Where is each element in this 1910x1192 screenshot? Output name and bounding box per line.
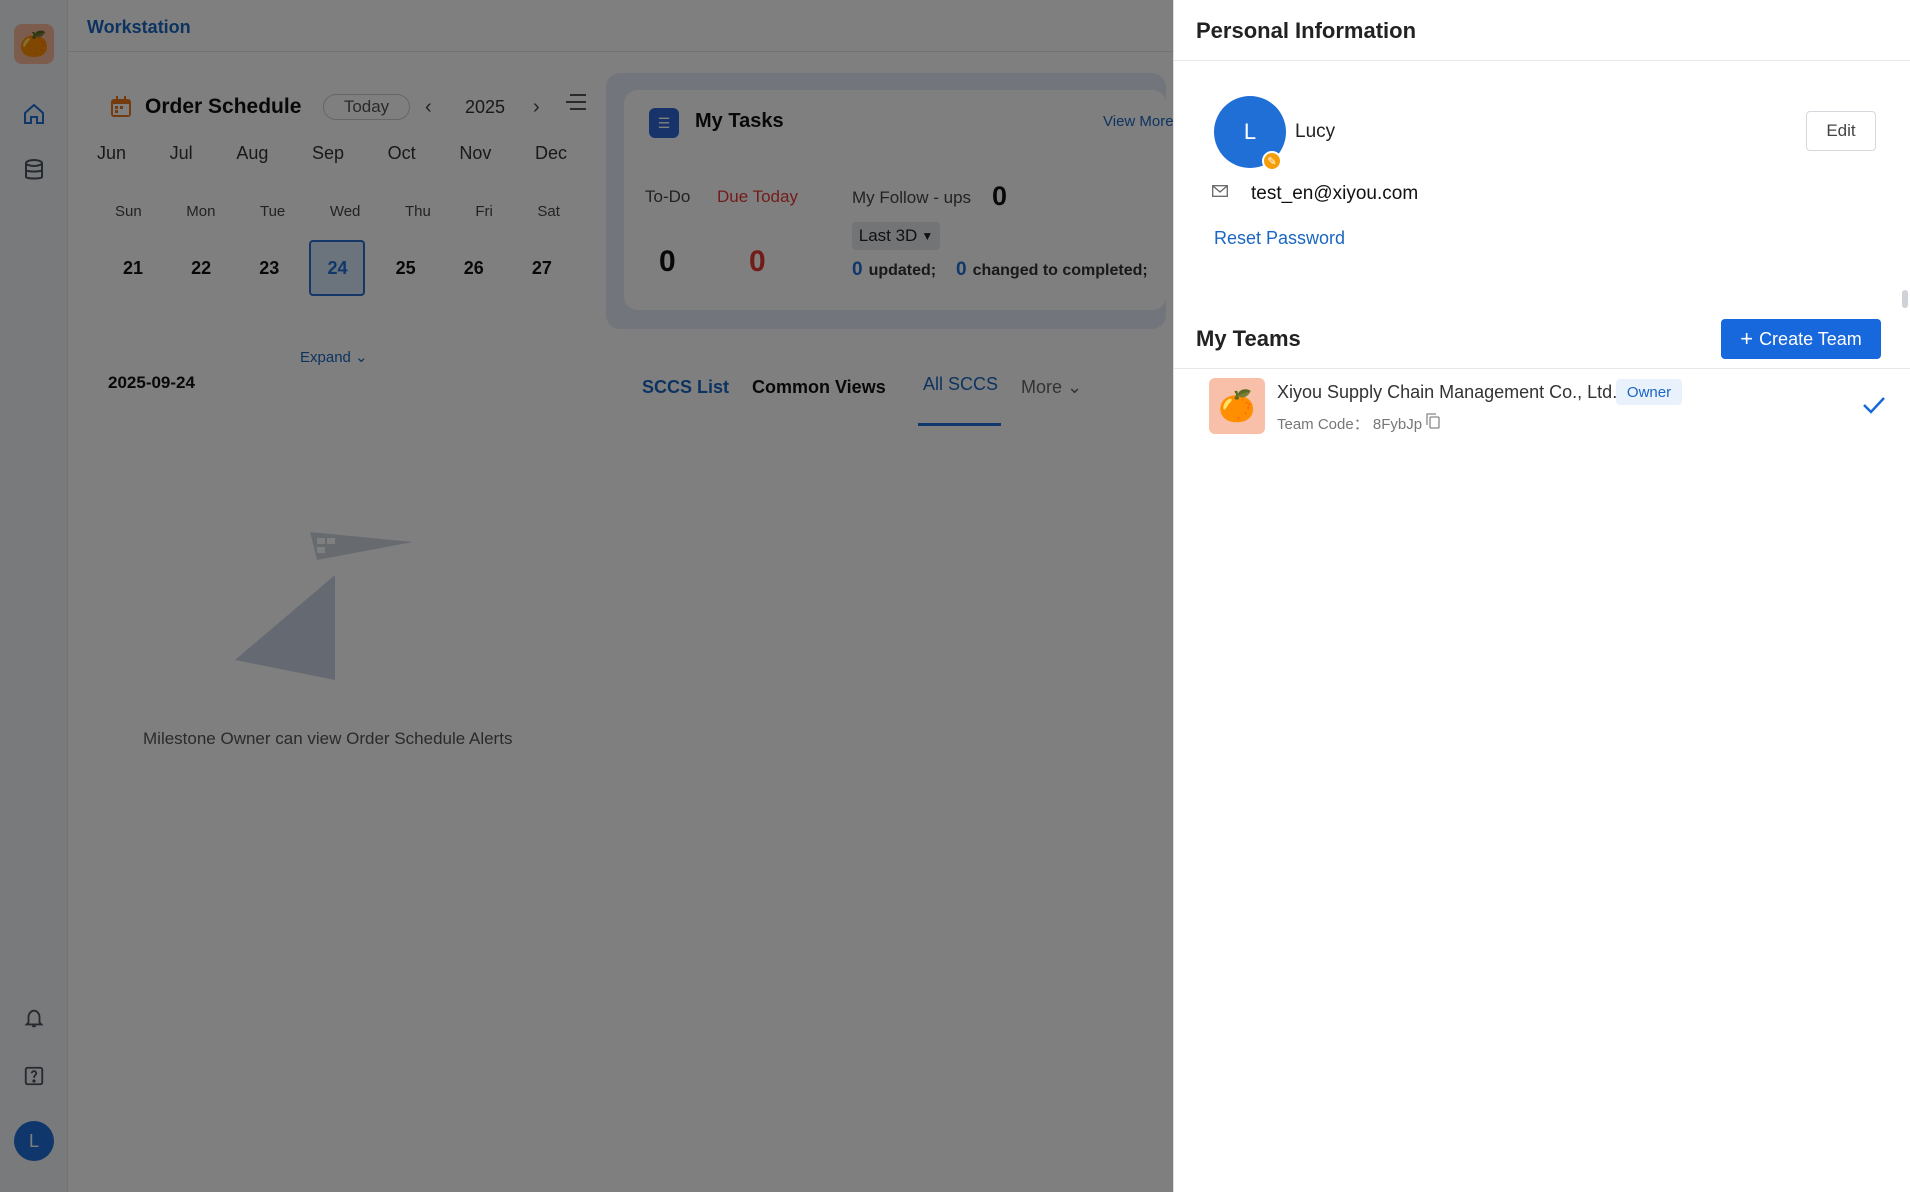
role-badge: Owner (1616, 379, 1682, 405)
edit-avatar-icon[interactable]: ✎ (1262, 151, 1282, 171)
user-email: test_en@xiyou.com (1251, 183, 1419, 204)
check-icon (1861, 394, 1887, 416)
team-logo: 🍊 (1209, 378, 1265, 434)
my-teams-title: My Teams (1196, 326, 1301, 351)
reset-password-link[interactable]: Reset Password (1214, 228, 1345, 249)
plus-icon: + (1740, 326, 1754, 351)
personal-info-drawer: Personal Information L ✎ Lucy Edit test_… (1173, 0, 1910, 1192)
create-team-label: Create Team (1759, 328, 1862, 349)
divider (1174, 368, 1910, 369)
scrollbar[interactable] (1902, 290, 1908, 308)
create-team-button[interactable]: + Create Team (1721, 319, 1881, 359)
edit-button[interactable]: Edit (1806, 111, 1876, 151)
copy-icon[interactable] (1426, 413, 1440, 429)
mail-icon (1212, 184, 1228, 197)
drawer-title: Personal Information (1196, 18, 1417, 43)
user-name: Lucy (1295, 121, 1336, 142)
team-name[interactable]: Xiyou Supply Chain Management Co., Ltd. (1277, 382, 1617, 403)
modal-overlay[interactable] (0, 0, 1173, 1192)
team-code: Team Code： 8FybJp (1277, 416, 1423, 433)
